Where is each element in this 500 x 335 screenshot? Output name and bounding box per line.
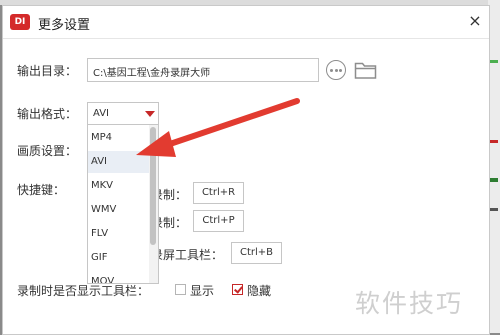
annotation-arrow-icon <box>136 98 300 157</box>
